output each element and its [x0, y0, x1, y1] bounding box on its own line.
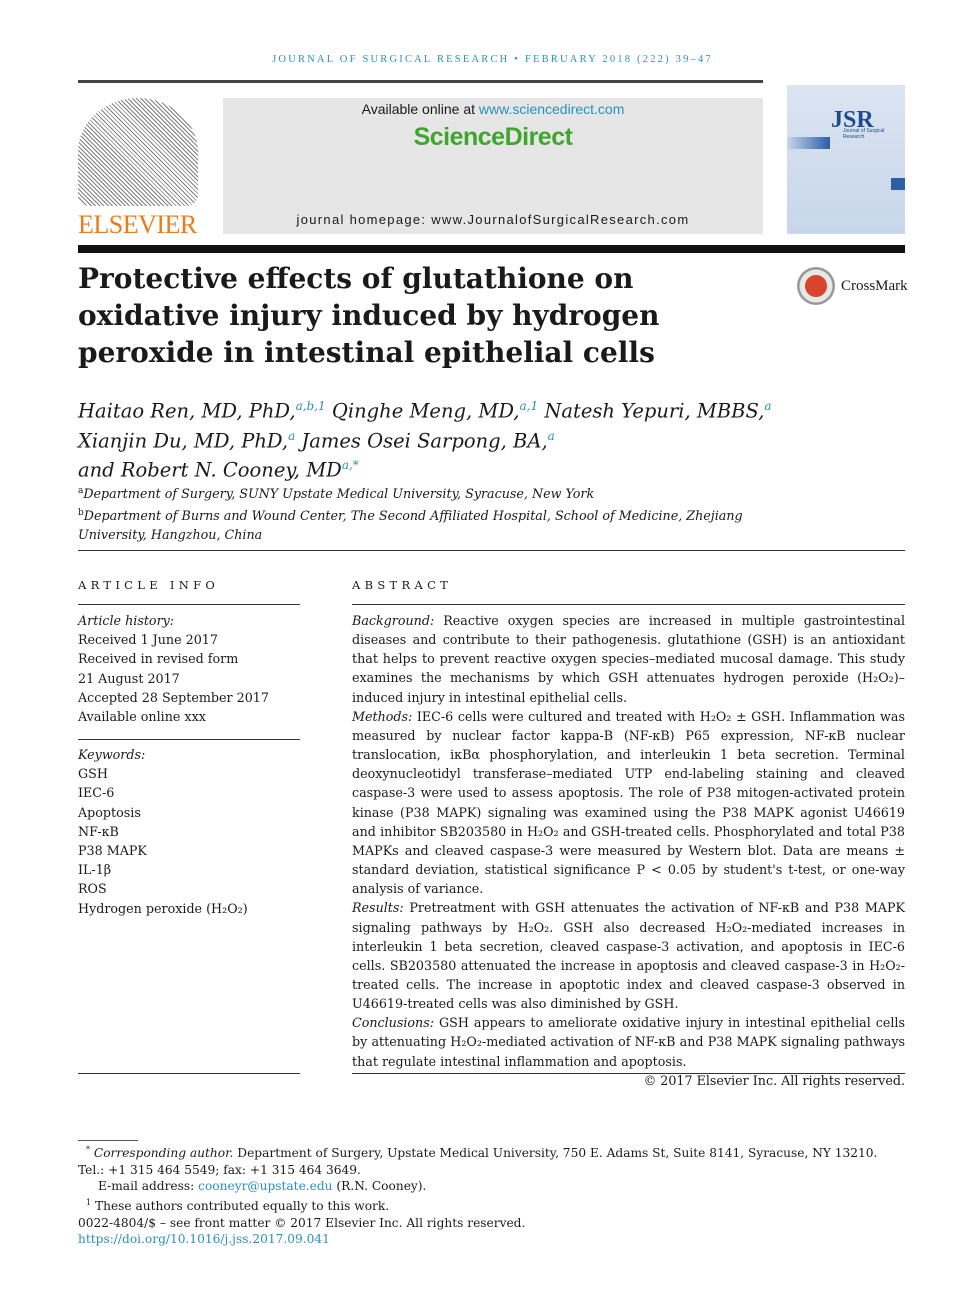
footnotes: * Corresponding author. Department of Su… [78, 1142, 905, 1248]
equal-contribution: These authors contributed equally to thi… [91, 1198, 390, 1213]
abstract-conclusions: Conclusions: GSH appears to ameliorate o… [352, 1013, 905, 1070]
article-title: Protective effects of glutathione on oxi… [78, 262, 660, 369]
author-affil-mark[interactable]: a,1 [520, 399, 539, 413]
keyword: IEC-6 [78, 785, 115, 801]
keyword: IL-1β [78, 862, 112, 878]
section-label: Background: [352, 613, 435, 628]
divider [78, 1140, 138, 1141]
divider [78, 604, 300, 605]
abstract-background: Background: Reactive oxygen species are … [352, 611, 905, 707]
author: Natesh Yepuri, MBBS, [544, 399, 765, 423]
elsevier-logo: ELSEVIER [78, 98, 200, 239]
abstract-heading: ABSTRACT [352, 578, 453, 592]
author-affil-mark[interactable]: a [288, 429, 295, 443]
keyword: P38 MAPK [78, 843, 147, 859]
abstract-methods: Methods: IEC-6 cells were cultured and t… [352, 707, 905, 899]
keyword: NF-κB [78, 823, 119, 839]
author: James Osei Sarpong, BA, [301, 429, 548, 452]
author-affil-mark[interactable]: a [548, 429, 555, 443]
article-info-heading: ARTICLE INFO [78, 578, 220, 592]
section-label: Conclusions: [352, 1015, 435, 1031]
history-item: Available online xxx [78, 709, 206, 725]
cover-bar [891, 178, 905, 190]
article-history: Article history: Received 1 June 2017 Re… [78, 611, 269, 726]
divider [78, 80, 763, 83]
cover-subtitle: Journal of Surgical Research [843, 128, 885, 140]
footnote-mark: * [86, 1145, 90, 1154]
keyword: Hydrogen peroxide (H₂O₂) [78, 900, 248, 916]
history-item: Received 1 June 2017 [78, 632, 218, 648]
divider [78, 245, 905, 253]
sciencedirect-logo: ScienceDirect [413, 123, 573, 151]
available-label: Available online at [361, 101, 479, 117]
cover-bar [787, 137, 830, 149]
keyword: ROS [78, 881, 107, 897]
affiliation: Department of Surgery, SUNY Upstate Medi… [83, 486, 595, 502]
divider [78, 1073, 300, 1074]
author-affil-mark[interactable]: a,b,1 [296, 399, 326, 413]
keywords-label: Keywords: [78, 747, 146, 762]
tree-logo-icon [78, 98, 198, 206]
history-item: Accepted 28 September 2017 [78, 689, 269, 705]
history-item: Received in revised form [78, 651, 239, 667]
crossmark-icon [797, 267, 835, 305]
keywords: Keywords: GSH IEC-6 Apoptosis NF-κB P38 … [78, 745, 248, 918]
author: and Robert N. Cooney, MD [78, 458, 342, 482]
keyword: GSH [78, 766, 108, 782]
section-text: IEC-6 cells were cultured and treated wi… [352, 708, 905, 897]
divider [78, 739, 300, 740]
divider [352, 604, 905, 605]
email-link[interactable]: cooneyr@upstate.edu [198, 1179, 332, 1193]
crossmark-button[interactable]: CrossMark [797, 267, 908, 305]
history-label: Article history: [78, 613, 175, 628]
corresponding-label: Corresponding author. [93, 1146, 234, 1161]
section-label: Results: [352, 900, 404, 916]
email-label: E-mail address: [98, 1179, 199, 1194]
available-online: Available online at www.sciencedirect.co… [223, 101, 763, 117]
divider [352, 1073, 905, 1074]
affiliations: aDepartment of Surgery, SUNY Upstate Med… [78, 482, 778, 544]
journal-cover: JSR Journal of Surgical Research [787, 85, 905, 234]
sciencedirect-banner: Available online at www.sciencedirect.co… [223, 98, 763, 234]
keyword: Apoptosis [78, 804, 141, 820]
author-affil-mark[interactable]: a [764, 399, 771, 413]
elsevier-wordmark: ELSEVIER [78, 210, 197, 239]
affiliation: Department of Burns and Wound Center, Th… [78, 507, 743, 543]
section-text: GSH appears to ameliorate oxidative inju… [352, 1015, 905, 1069]
sciencedirect-link[interactable]: www.sciencedirect.com [479, 101, 625, 117]
crossmark-label: CrossMark [841, 277, 908, 294]
abstract-results: Results: Pretreatment with GSH attenuate… [352, 898, 905, 1013]
email-suffix: (R.N. Cooney). [332, 1179, 427, 1194]
author: Qinghe Meng, MD, [331, 399, 520, 423]
doi-link[interactable]: https://doi.org/10.1016/j.jss.2017.09.04… [78, 1232, 330, 1246]
author-affil-mark[interactable]: a,* [342, 458, 359, 472]
divider [78, 550, 905, 551]
author: Haitao Ren, MD, PhD, [78, 399, 296, 423]
journal-header: JOURNAL OF SURGICAL RESEARCH • FEBRUARY … [272, 54, 713, 65]
journal-homepage[interactable]: journal homepage: www.JournalofSurgicalR… [223, 212, 763, 227]
article-page: JOURNAL OF SURGICAL RESEARCH • FEBRUARY … [0, 0, 975, 1305]
author-list: Haitao Ren, MD, PhD,a,b,1 Qinghe Meng, M… [78, 394, 772, 483]
history-item: 21 August 2017 [78, 670, 180, 686]
section-label: Methods: [352, 708, 413, 724]
author: Xianjin Du, MD, PhD, [78, 429, 289, 452]
section-text: Reactive oxygen species are increased in… [352, 613, 905, 705]
abstract-body: Background: Reactive oxygen species are … [352, 611, 905, 1090]
section-text: Pretreatment with GSH attenuates the act… [352, 900, 905, 1012]
issn-line: 0022-4804/$ – see front matter © 2017 El… [78, 1215, 526, 1230]
